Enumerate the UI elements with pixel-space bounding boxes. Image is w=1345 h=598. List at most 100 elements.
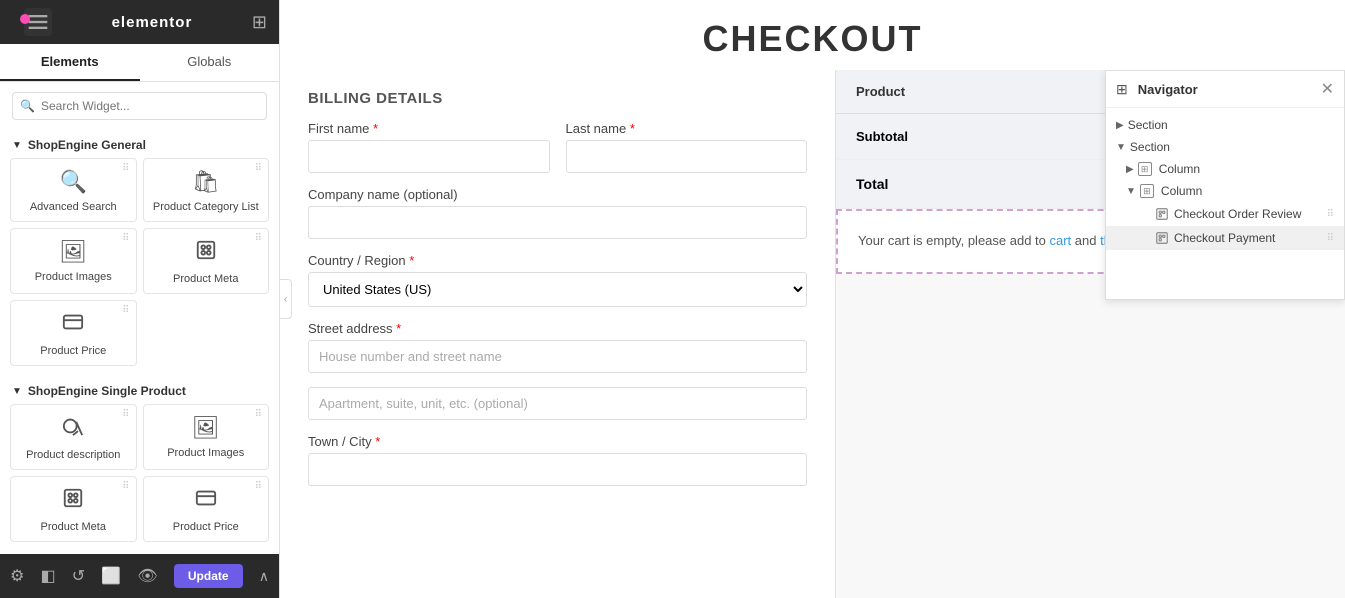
nav-item-checkout-order-review[interactable]: Checkout Order Review ⠿ <box>1106 202 1344 226</box>
eye-icon[interactable]: 👁 <box>137 566 157 586</box>
chevron-up-icon[interactable]: ∧ <box>259 568 269 585</box>
section-title-single: ShopEngine Single Product <box>28 384 186 398</box>
widget-product-price-2[interactable]: ⠿ Product Price <box>143 476 270 542</box>
section-arrow-single: ▼ <box>12 386 22 397</box>
widget-label-product-meta: Product Meta <box>173 273 238 285</box>
first-name-group: First name * <box>308 121 550 173</box>
widget-label-advanced-search: Advanced Search <box>30 201 117 213</box>
responsive-icon[interactable]: ⬜ <box>101 566 121 586</box>
product-meta-2-icon <box>62 487 84 515</box>
section-shopengine-single[interactable]: ▼ ShopEngine Single Product <box>0 376 279 404</box>
nav-tree: ▶ Section ▼ Section ▶ ⊞ Column <box>1106 108 1344 256</box>
nav-arrow-col-2: ▼ <box>1126 186 1136 197</box>
city-group: Town / City * <box>308 434 807 486</box>
sidebar-header-left <box>12 8 52 36</box>
city-label: Town / City * <box>308 434 807 449</box>
nav-checkout-payment-label: Checkout Payment <box>1174 231 1275 245</box>
widget-product-description[interactable]: ⠿ Product description <box>10 404 137 470</box>
nav-item-section-1[interactable]: ▶ Section <box>1106 114 1344 136</box>
first-name-label: First name * <box>308 121 550 136</box>
settings-icon[interactable]: ⚙ <box>10 566 24 586</box>
tab-elements[interactable]: Elements <box>0 44 140 81</box>
widget-advanced-search[interactable]: ⠿ 🔍 Advanced Search <box>10 158 137 222</box>
search-icon: 🔍 <box>20 99 35 113</box>
widget-product-images-2[interactable]: ⠿ 🖼 Product Images <box>143 404 270 470</box>
collapse-chevron-icon: ‹ <box>284 294 287 305</box>
city-row: Town / City * <box>308 434 807 486</box>
subtotal-label: Subtotal <box>836 114 1091 160</box>
widgets-grid-general: ⠿ 🔍 Advanced Search ⠿ 🛍 Product Category… <box>0 158 279 376</box>
update-button[interactable]: Update <box>174 564 243 588</box>
order-col-product: Product <box>836 70 1091 114</box>
widget-label-product-description: Product description <box>26 449 120 461</box>
nav-col-1-label: Column <box>1159 162 1200 176</box>
navigator-title: Navigator <box>1138 82 1198 97</box>
search-input[interactable] <box>12 92 267 120</box>
country-row: Country / Region * United States (US) <box>308 253 807 307</box>
country-select[interactable]: United States (US) <box>308 272 807 307</box>
widget-drag-handle-nav-2: ⠿ <box>1327 233 1334 244</box>
required-marker: * <box>373 121 378 136</box>
widget-label-product-price-2: Product Price <box>173 521 239 533</box>
history-icon[interactable]: ↺ <box>72 566 85 586</box>
nav-section-2-label: Section <box>1130 140 1170 154</box>
sidebar-search-container: 🔍 <box>0 82 279 130</box>
city-input[interactable] <box>308 453 807 486</box>
drag-handle: ⠿ <box>255 233 262 244</box>
section-shopengine-general[interactable]: ▼ ShopEngine General <box>0 130 279 158</box>
checkout-title: CHECKOUT <box>280 0 1345 70</box>
notification-dot <box>20 14 30 24</box>
widget-drag-handle-nav: ⠿ <box>1327 209 1334 220</box>
billing-section: BILLING DETAILS First name * Last name * <box>280 70 835 598</box>
street-input[interactable] <box>308 340 807 373</box>
nav-arrow-col-1: ▶ <box>1126 164 1134 175</box>
required-marker-2: * <box>630 121 635 136</box>
widget-product-price[interactable]: ⠿ Product Price <box>10 300 137 366</box>
company-name-input[interactable] <box>308 206 807 239</box>
cart-link[interactable]: cart <box>1050 233 1072 248</box>
drag-handle: ⠿ <box>122 305 129 316</box>
tab-globals[interactable]: Globals <box>140 44 280 81</box>
nav-item-column-1[interactable]: ▶ ⊞ Column <box>1106 158 1344 180</box>
column-icon-2: ⊞ <box>1140 184 1154 198</box>
required-marker-5: * <box>375 434 380 449</box>
product-price-2-icon <box>195 487 217 515</box>
nav-col-2-label: Column <box>1161 184 1202 198</box>
widget-label-product-images: Product Images <box>35 271 112 283</box>
name-row: First name * Last name * <box>308 121 807 173</box>
apt-input[interactable] <box>308 387 807 420</box>
first-name-input[interactable] <box>308 140 550 173</box>
widget-product-meta-2[interactable]: ⠿ Product Meta <box>10 476 137 542</box>
product-meta-icon <box>195 239 217 267</box>
sidebar-collapse-handle[interactable]: ‹ <box>280 279 292 319</box>
widget-product-meta[interactable]: ⠿ Product Meta <box>143 228 270 294</box>
drag-handle: ⠿ <box>122 409 129 420</box>
drag-handle: ⠿ <box>255 481 262 492</box>
apt-row <box>308 387 807 420</box>
sidebar-scroll: ▼ ShopEngine General ⠿ 🔍 Advanced Search… <box>0 130 279 554</box>
section-arrow: ▼ <box>12 140 22 151</box>
nav-item-column-2[interactable]: ▼ ⊞ Column <box>1106 180 1344 202</box>
navigator-panel-icon: ⊞ <box>1116 81 1128 98</box>
empty-cart-text: Your cart is empty, please add to <box>858 233 1050 248</box>
company-name-label: Company name (optional) <box>308 187 807 202</box>
nav-checkout-order-review-label: Checkout Order Review <box>1174 207 1301 221</box>
drag-handle: ⠿ <box>255 409 262 420</box>
navigator-close-button[interactable]: ✕ <box>1321 79 1334 99</box>
widget-product-images[interactable]: ⠿ 🖼 Product Images <box>10 228 137 294</box>
nav-item-checkout-payment[interactable]: Checkout Payment ⠿ <box>1106 226 1344 250</box>
country-label: Country / Region * <box>308 253 807 268</box>
navigator-header: ⊞ Navigator ✕ <box>1106 71 1344 108</box>
nav-item-section-2[interactable]: ▼ Section <box>1106 136 1344 158</box>
widgets-grid-single: ⠿ Product description ⠿ 🖼 Product Images… <box>0 404 279 552</box>
sidebar-header: elementor ⊞ <box>0 0 279 44</box>
grid-icon[interactable]: ⊞ <box>252 12 267 33</box>
company-row: Company name (optional) <box>308 187 807 239</box>
drag-handle: ⠿ <box>255 163 262 174</box>
company-name-group: Company name (optional) <box>308 187 807 239</box>
widget-product-category-list[interactable]: ⠿ 🛍 Product Category List <box>143 158 270 222</box>
product-description-icon <box>62 415 84 443</box>
layers-icon[interactable]: ◧ <box>41 566 56 586</box>
product-category-icon: 🛍 <box>192 169 220 195</box>
last-name-input[interactable] <box>566 140 808 173</box>
